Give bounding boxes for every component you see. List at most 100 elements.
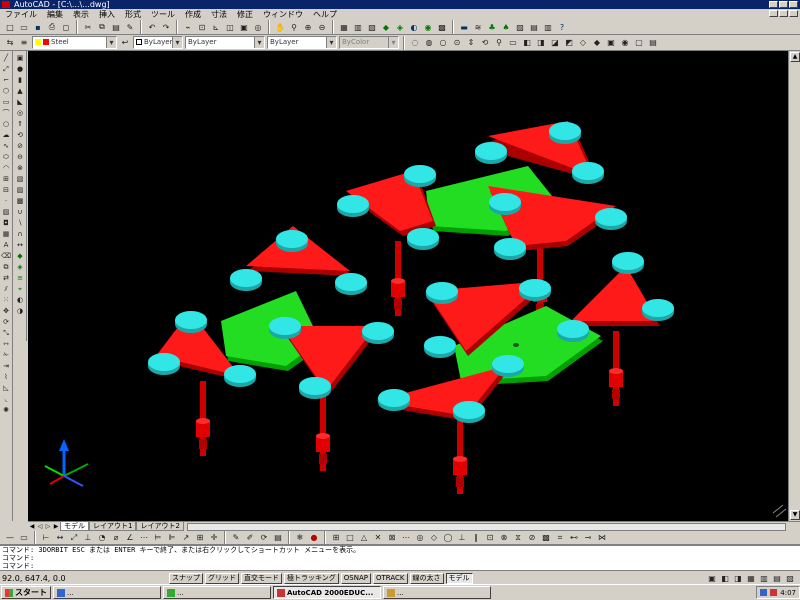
continuous-orbit-icon[interactable]: ◍ [423,37,435,49]
menu-modify[interactable]: 修正 [232,9,258,20]
tab-first-icon[interactable]: ◀ [28,523,36,531]
dim-radius-icon[interactable]: ◔ [96,532,108,544]
move-icon[interactable]: ✥ [1,306,11,316]
menu-file[interactable]: ファイル [0,9,42,20]
snap-temp-icon[interactable]: ⊸ [582,532,594,544]
orbit-icon[interactable]: ◌ [409,37,421,49]
line-icon[interactable]: ╱ [1,53,11,63]
snap-intersection-icon[interactable]: ✕ [372,532,384,544]
dim-aligned-icon[interactable]: ⤢ [68,532,80,544]
mtext-icon[interactable]: A [1,240,11,250]
dim-style-icon[interactable]: ▤ [272,532,284,544]
help-icon[interactable]: ? [556,21,568,33]
snap-endpoint-icon[interactable]: □ [344,532,356,544]
tab-layout2[interactable]: レイアウト2 [136,522,184,531]
chamfer-icon[interactable]: ◺ [1,383,11,393]
polyline-icon[interactable]: ⌐ [1,75,11,85]
dim-angular-icon[interactable]: ∠ [124,532,136,544]
lineweight-toggle[interactable]: 線の太さ [409,572,444,584]
snap-extra-icon[interactable]: ⌗ [554,532,566,544]
comm-center-icon[interactable]: ▣ [706,572,718,584]
tab-prev-icon[interactable]: ◁ [36,523,44,531]
status-tool-icon[interactable]: ◧ [719,572,731,584]
snap-nearest-icon[interactable]: ⧖ [512,532,524,544]
point-icon[interactable]: · [1,196,11,206]
front-clip-icon[interactable]: ◧ [521,37,533,49]
model-space-viewport[interactable] [28,51,788,521]
make-object-layer-current-icon[interactable]: ⇆ [4,37,16,49]
trim-icon[interactable]: ✁ [1,350,11,360]
minimize-button[interactable] [769,1,778,8]
free-orbit-icon[interactable]: ○ [437,37,449,49]
wireframe-icon[interactable]: ◇ [577,37,589,49]
section-icon[interactable]: ⊖ [15,152,25,162]
menu-view[interactable]: 表示 [68,9,94,20]
wedge-icon[interactable]: ◣ [15,97,25,107]
undo-icon[interactable]: ↶ [146,21,158,33]
center-mark-icon[interactable]: ✛ [208,532,220,544]
arc-icon[interactable]: ⌒ [1,108,11,118]
make-block-icon[interactable]: ⊟ [1,185,11,195]
clock[interactable]: 4:07 [780,589,796,597]
ellipse-icon[interactable]: ⬭ [1,152,11,162]
taskbar-item-autocad[interactable]: AutoCAD 2000EDUC... [273,586,381,599]
extend-icon[interactable]: ⇥ [1,361,11,371]
snap-apparent-icon[interactable]: ⊠ [386,532,398,544]
taskbar-item[interactable]: ... [163,586,271,599]
snap-extension-icon[interactable]: ⋯ [400,532,412,544]
design-center-icon[interactable]: ▥ [352,21,364,33]
open-icon[interactable]: ▭ [18,21,30,33]
preferences-icon[interactable]: ▤ [528,21,540,33]
polar-toggle[interactable]: 極トラッキング [284,572,339,584]
horizontal-scrollbar[interactable] [186,522,786,531]
status-tool2-icon[interactable]: ◨ [732,572,744,584]
properties-icon[interactable]: ▦ [338,21,350,33]
shade-mode-icon[interactable]: ◩ [563,37,575,49]
intersect-icon[interactable]: ∩ [15,229,25,239]
region-icon[interactable]: ◘ [1,218,11,228]
dim-edit-icon[interactable]: ✎ [230,532,242,544]
preview-icon[interactable]: ◻ [60,21,72,33]
measure-icon[interactable]: ⊢ [40,532,52,544]
match-properties-icon[interactable]: ✎ [124,21,136,33]
snap-perpendicular-icon[interactable]: ⊥ [456,532,468,544]
status-tool4-icon[interactable]: ▥ [758,572,770,584]
dim-update-icon[interactable]: ⟳ [258,532,270,544]
gouraud-icon[interactable]: ◉ [619,37,631,49]
scroll-down-arrow[interactable]: ▼ [790,510,800,520]
tab-model[interactable]: モデル [60,522,89,531]
rectangle-icon[interactable]: ▭ [1,97,11,107]
coordinate-readout[interactable]: 92.0, 647.4, 0.0 [2,574,167,583]
interference-icon[interactable]: ⊗ [15,163,25,173]
tolerance-icon[interactable]: ⊞ [194,532,206,544]
snap-quadrant-icon[interactable]: ◇ [428,532,440,544]
doc-minimize-button[interactable] [769,10,778,17]
rotate-icon[interactable]: ⟳ [1,317,11,327]
construction-line-icon[interactable]: ⤢ [1,64,11,74]
cylinder-icon[interactable]: ▮ [15,75,25,85]
render-view-icon[interactable]: ◑ [15,306,25,316]
flat-shaded-icon[interactable]: ▣ [605,37,617,49]
constrained-orbit-icon[interactable]: ⊙ [451,37,463,49]
scale-icon[interactable]: ⤡ [1,328,11,338]
leader-icon[interactable]: ↗ [180,532,192,544]
layer-combo[interactable]: Steel [32,36,117,49]
cut-icon[interactable]: ✂ [82,21,94,33]
named-views-icon[interactable]: ◫ [224,21,236,33]
ortho-line-icon[interactable]: — [4,532,16,544]
status-tool6-icon[interactable]: ▧ [784,572,796,584]
menu-insert[interactable]: 挿入 [94,9,120,20]
tray-network-icon[interactable] [760,589,768,596]
menu-format[interactable]: 形式 [120,9,146,20]
linetype-combo[interactable]: ByLayer [185,36,265,49]
scene-icon[interactable]: ◉ [422,21,434,33]
tab-next-icon[interactable]: ▷ [44,523,52,531]
3d-orbit-icon[interactable]: ◎ [252,21,264,33]
command-window[interactable]: コマンド: 3DORBIT ESC または ENTER キーで終了、または右クリ… [0,545,800,571]
taskbar-item[interactable]: ... [53,586,161,599]
tab-last-icon[interactable]: ▶ [52,523,60,531]
redo-icon[interactable]: ↷ [160,21,172,33]
scroll-up-arrow[interactable]: ▲ [790,52,800,62]
close-button[interactable] [789,1,798,8]
layers-icon[interactable]: ≡ [18,37,30,49]
